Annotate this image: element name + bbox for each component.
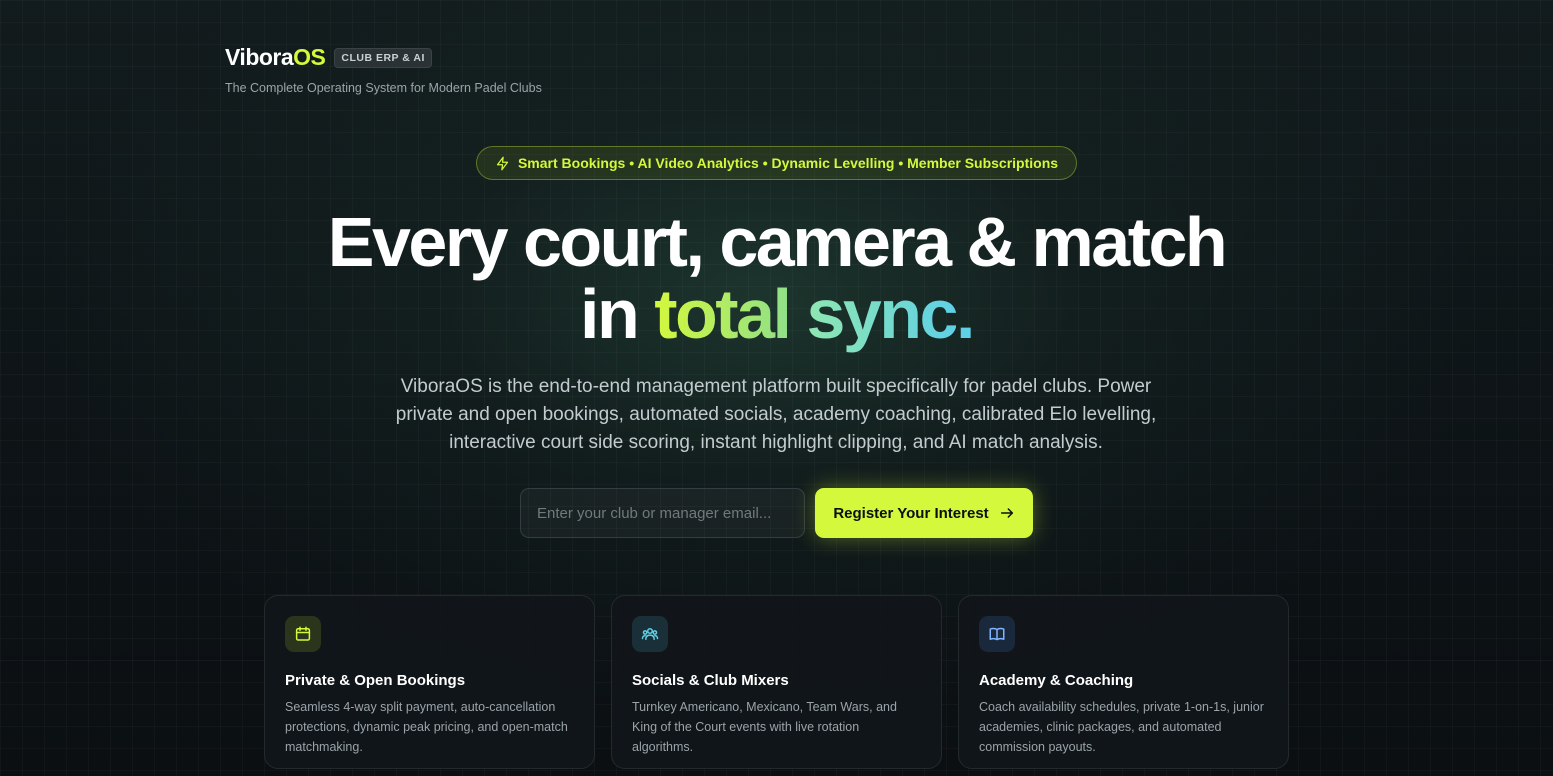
- feature-card-body: Seamless 4-way split payment, auto-cance…: [285, 700, 568, 754]
- product-badge: CLUB ERP & AI: [334, 47, 432, 68]
- feature-card-title: Academy & Coaching: [979, 672, 1134, 689]
- email-input[interactable]: [520, 488, 805, 538]
- lightning-icon: [496, 156, 509, 170]
- landing-page: ViboraOS CLUB ERP & AI The Complete Oper…: [0, 0, 1553, 776]
- headline-word-total: total: [654, 275, 792, 353]
- feature-card-body: Turnkey Americano, Mexicano, Team Wars, …: [632, 700, 897, 754]
- headline-word-sync: sync: [806, 275, 958, 353]
- feature-card-title: Socials & Club Mixers: [632, 672, 789, 689]
- feature-card-body: Coach availability schedules, private 1-…: [979, 700, 1264, 754]
- hero-description: ViboraOS is the end-to-end management pl…: [395, 376, 1157, 453]
- headline-line-1: Every court, camera & match: [327, 203, 1228, 281]
- headline-line-2: in total sync.: [580, 275, 975, 353]
- feature-card-title: Private & Open Bookings: [285, 672, 466, 689]
- users-icon: [641, 628, 659, 640]
- calendar-icon: [295, 626, 311, 641]
- book-icon: [989, 627, 1005, 641]
- arrow-right-icon: [1000, 508, 1013, 518]
- brand-tagline: The Complete Operating System for Modern…: [225, 81, 542, 95]
- feature-card-socials: Socials & Club Mixers Turnkey Americano,…: [611, 595, 942, 769]
- register-interest-button[interactable]: Register Your Interest: [815, 488, 1033, 538]
- feature-pill: Smart Bookings • AI Video Analytics • Dy…: [476, 146, 1077, 180]
- brand-header: ViboraOS CLUB ERP & AI The Complete Oper…: [225, 44, 542, 95]
- feature-pill-text: Smart Bookings • AI Video Analytics • Dy…: [517, 155, 1059, 171]
- feature-card-bookings: Private & Open Bookings Seamless 4-way s…: [264, 595, 595, 769]
- logo[interactable]: ViboraOS: [225, 44, 326, 71]
- feature-card-academy: Academy & Coaching Coach availability sc…: [958, 595, 1289, 769]
